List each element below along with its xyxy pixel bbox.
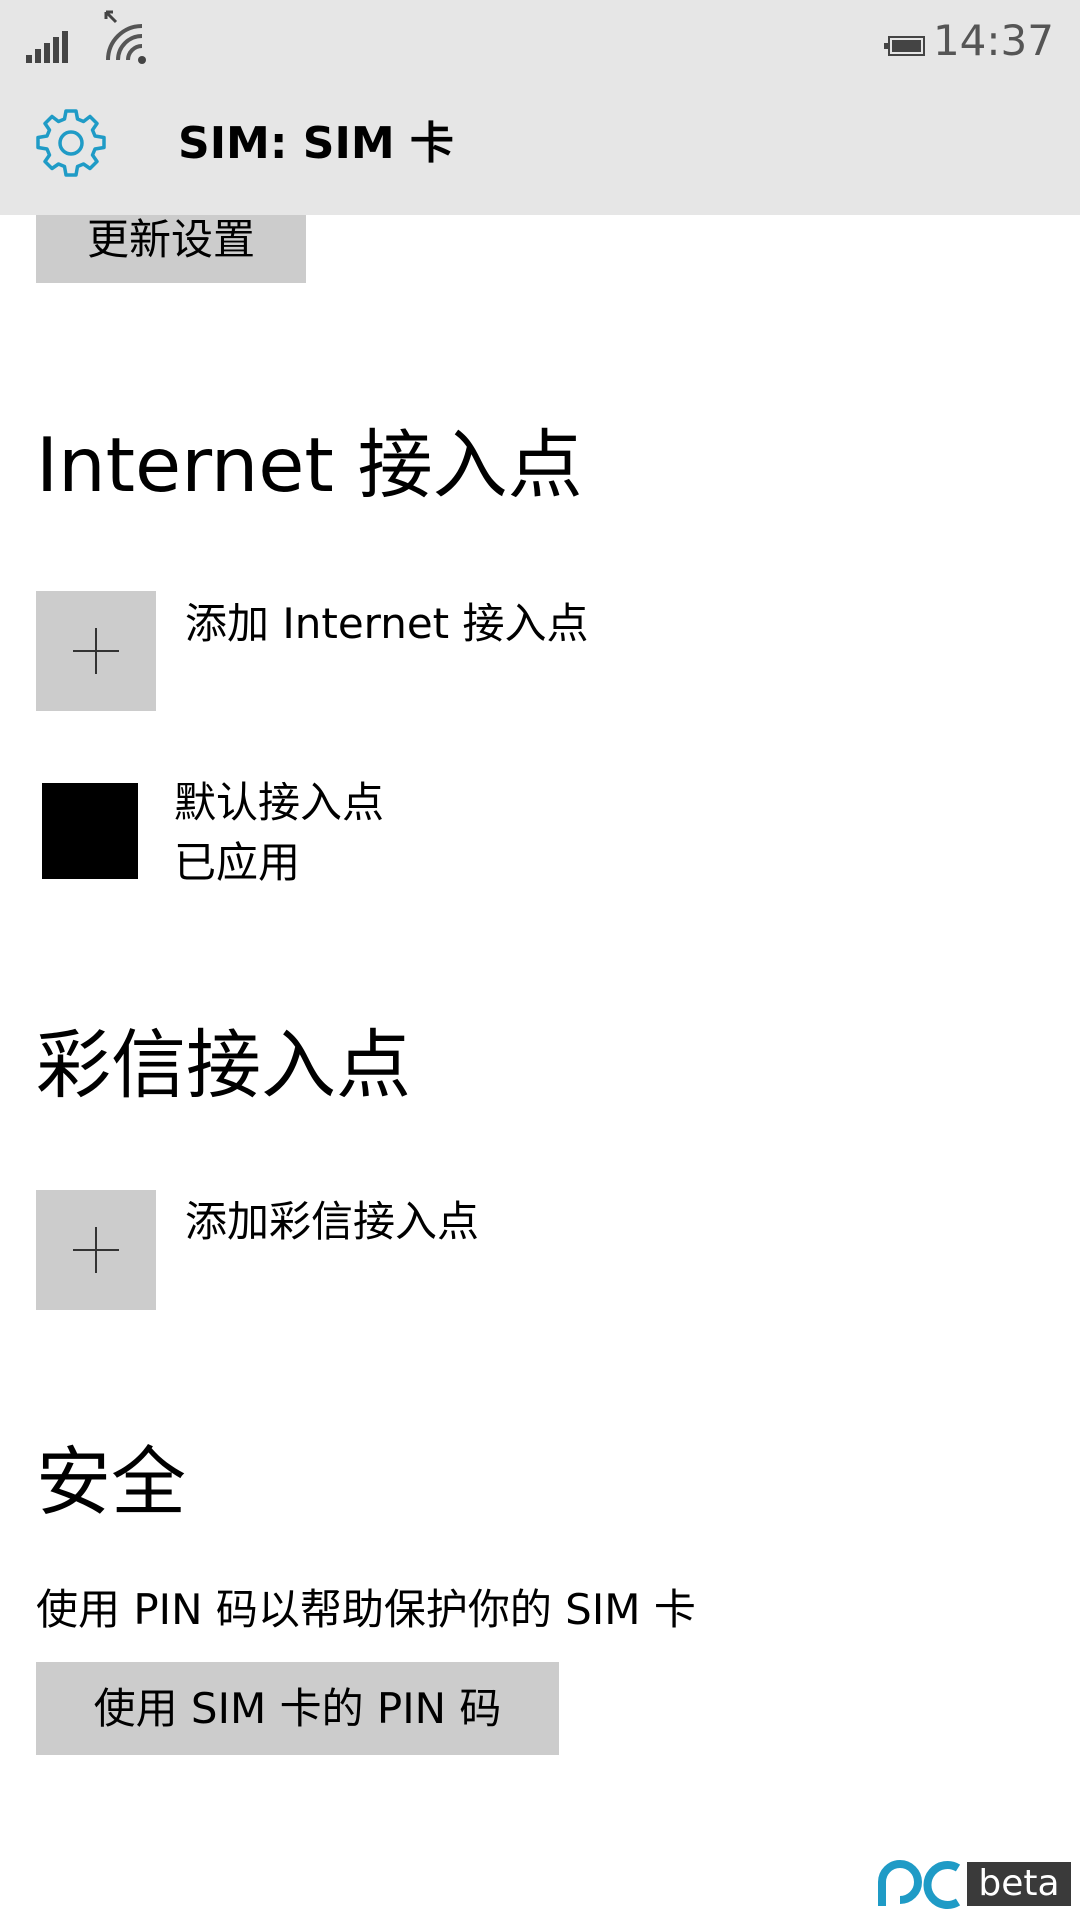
pc-logo-icon bbox=[878, 1860, 961, 1909]
internet-ap-heading: Internet 接入点 bbox=[36, 421, 583, 509]
security-description: 使用 PIN 码以帮助保护你的 SIM 卡 bbox=[36, 1585, 696, 1634]
beta-watermark: beta bbox=[967, 1862, 1071, 1906]
use-sim-pin-button[interactable]: 使用 SIM 卡的 PIN 码 bbox=[36, 1662, 559, 1755]
security-heading: 安全 bbox=[36, 1438, 187, 1526]
status-clock: 14:37 bbox=[932, 16, 1054, 65]
gear-icon bbox=[36, 109, 106, 177]
plus-icon bbox=[73, 1227, 119, 1273]
mms-ap-heading: 彩信接入点 bbox=[36, 1021, 412, 1109]
add-internet-ap-button[interactable] bbox=[36, 591, 156, 711]
add-internet-ap-label[interactable]: 添加 Internet 接入点 bbox=[185, 594, 588, 654]
signal-bars-icon bbox=[26, 31, 68, 63]
add-mms-ap-button[interactable] bbox=[36, 1190, 156, 1310]
wifi-icon bbox=[104, 10, 146, 64]
status-bar: 14:37 bbox=[0, 0, 1080, 85]
top-bar: 14:37 SIM: SIM 卡 bbox=[0, 0, 1080, 215]
update-settings-button[interactable]: 更新设置 bbox=[36, 215, 306, 283]
default-ap-tile[interactable] bbox=[42, 783, 138, 879]
default-ap-name[interactable]: 默认接入点 bbox=[174, 773, 384, 833]
battery-icon bbox=[884, 36, 925, 56]
add-mms-ap-label[interactable]: 添加彩信接入点 bbox=[185, 1192, 479, 1252]
default-ap-status: 已应用 bbox=[174, 838, 301, 887]
page-title: SIM: SIM 卡 bbox=[178, 118, 454, 169]
plus-icon bbox=[73, 628, 119, 674]
